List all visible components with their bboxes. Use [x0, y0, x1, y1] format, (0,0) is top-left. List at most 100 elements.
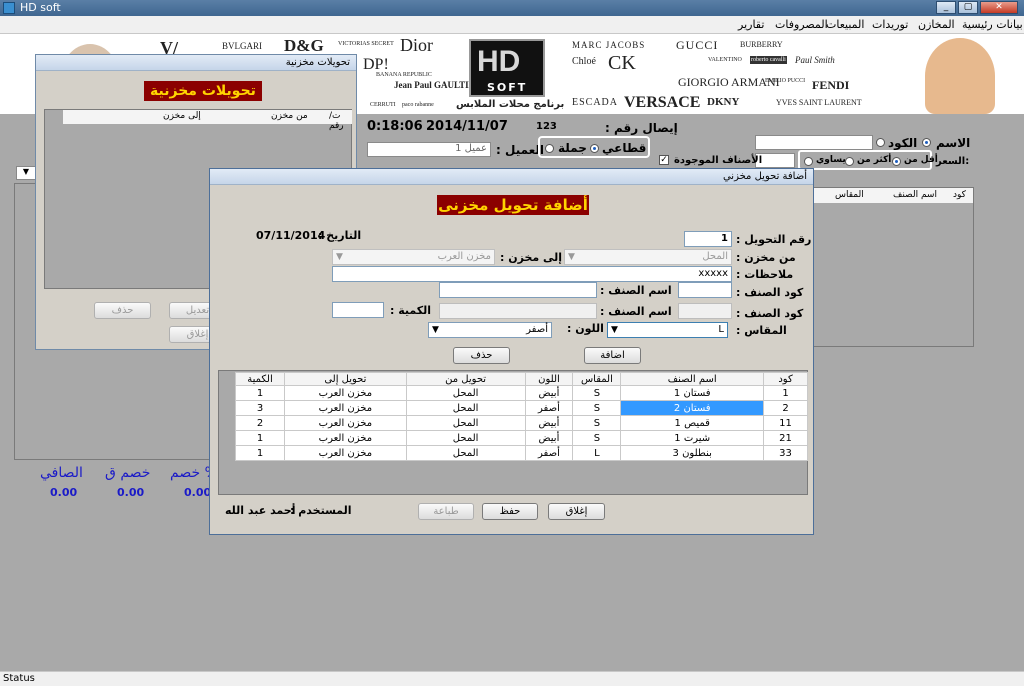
cell-name[interactable]: شيرت 1: [620, 430, 765, 446]
grid-header-row: كود اسم الصنف المقاس اللون تحويل من تحوي…: [235, 372, 808, 386]
item-code-field-2[interactable]: [678, 303, 732, 319]
hd-soft-logo: HD SOFT: [469, 39, 545, 97]
transfers-col-from: من مخزن: [271, 111, 308, 121]
save-button[interactable]: حفظ: [482, 503, 538, 520]
cell-qty[interactable]: 1: [235, 445, 285, 461]
table-row[interactable]: 1 فستان 1 S أبيض المحل مخزن العرب 1: [235, 385, 808, 401]
cell-qty[interactable]: 1: [235, 430, 285, 446]
main-dropdown[interactable]: ▼: [16, 166, 36, 180]
cell-size[interactable]: L: [572, 445, 622, 461]
cell-color[interactable]: أبيض: [524, 385, 574, 401]
add-item-button[interactable]: اضافة: [584, 347, 641, 364]
cell-from[interactable]: المحل: [405, 400, 526, 416]
cell-size[interactable]: S: [572, 385, 622, 401]
cell-qty[interactable]: 3: [235, 400, 285, 416]
cell-size[interactable]: S: [572, 415, 622, 431]
minimize-button[interactable]: _: [936, 1, 956, 14]
menu-main-data[interactable]: بيانات رئيسية: [962, 18, 1023, 31]
cell-qty[interactable]: 2: [235, 415, 285, 431]
brand-burberry: BURBERRY: [740, 40, 783, 49]
brand-dg: D&G: [284, 36, 324, 55]
cell-qty[interactable]: 1: [235, 385, 285, 401]
cell-to[interactable]: مخزن العرب: [284, 430, 407, 446]
customer-field[interactable]: عميل 1: [367, 142, 491, 157]
table-row[interactable]: 11 قميص 1 S أبيض المحل مخزن العرب 2: [235, 415, 808, 431]
size-select[interactable]: L ▼: [607, 322, 728, 338]
brand-fendi: FENDI: [812, 78, 850, 92]
items-grid[interactable]: كود اسم الصنف المقاس: [812, 187, 974, 347]
cell-color[interactable]: أصفر: [524, 445, 574, 461]
close-button[interactable]: ✕: [980, 1, 1018, 14]
cell-name[interactable]: فستان 1: [620, 385, 765, 401]
cell-color[interactable]: أبيض: [524, 430, 574, 446]
cell-from[interactable]: المحل: [405, 430, 526, 446]
cell-code[interactable]: 21: [763, 430, 808, 446]
menu-expenses[interactable]: المصروفات: [775, 18, 828, 31]
cell-to[interactable]: مخزن العرب: [284, 445, 407, 461]
notes-label: ملاحظات :: [736, 268, 794, 281]
transfer-no-label: رقم التحويل :: [736, 233, 812, 246]
cell-code[interactable]: 2: [763, 400, 808, 416]
brand-paco: paco rabanne: [402, 102, 434, 108]
status-text: Status: [3, 673, 35, 684]
equal-radio[interactable]: [804, 157, 813, 166]
wholesale-radio[interactable]: [545, 144, 554, 153]
maximize-button[interactable]: ▢: [958, 1, 978, 14]
cell-to[interactable]: مخزن العرب: [284, 415, 407, 431]
cell-size[interactable]: S: [572, 400, 622, 416]
transfers-window-title: تحويلات مخزنية: [36, 55, 356, 71]
quantity-field[interactable]: [332, 302, 384, 318]
delete-item-button[interactable]: حذف: [453, 347, 510, 364]
cell-name[interactable]: قميص 1: [620, 415, 765, 431]
cell-color[interactable]: أبيض: [524, 415, 574, 431]
cell-to[interactable]: مخزن العرب: [284, 400, 407, 416]
user-name: أحمد عبد الله: [225, 504, 296, 517]
price-filter-group: أقل من أكثر من يساوي: [798, 150, 938, 170]
more-than-radio[interactable]: [845, 157, 854, 166]
cell-color[interactable]: أصفر: [524, 400, 574, 416]
item-name-field-2[interactable]: [439, 303, 597, 319]
cell-from[interactable]: المحل: [405, 445, 526, 461]
table-row[interactable]: 21 شيرت 1 S أبيض المحل مخزن العرب 1: [235, 430, 808, 446]
cell-code[interactable]: 1: [763, 385, 808, 401]
less-than-radio[interactable]: [892, 157, 901, 166]
transfers-delete-button[interactable]: حذف: [94, 302, 151, 319]
cell-name[interactable]: بنطلون 3: [620, 445, 765, 461]
cell-code[interactable]: 11: [763, 415, 808, 431]
notes-field[interactable]: xxxxx: [332, 266, 732, 282]
cell-from[interactable]: المحل: [405, 415, 526, 431]
retail-radio[interactable]: [590, 144, 599, 153]
items-grid-header: كود اسم الصنف المقاس: [813, 188, 973, 203]
transfer-items-table[interactable]: كود اسم الصنف المقاس اللون تحويل من تحوي…: [235, 372, 808, 461]
menu-supplies[interactable]: توريدات: [872, 18, 908, 31]
brand-dior: Dior: [400, 35, 433, 55]
brand-cavalli: roberto cavalli: [750, 56, 787, 64]
cell-name[interactable]: فستان 2: [620, 400, 765, 416]
to-store-select[interactable]: مخزن العرب ▼: [332, 249, 495, 265]
item-code-field[interactable]: [678, 282, 732, 298]
cell-from[interactable]: المحل: [405, 385, 526, 401]
table-row[interactable]: 33 بنطلون 3 L أصفر المحل مخزن العرب 1: [235, 445, 808, 461]
print-button[interactable]: طباعة: [418, 503, 474, 520]
cell-size[interactable]: S: [572, 430, 622, 446]
menu-sales[interactable]: المبيعات: [826, 18, 864, 31]
chevron-down-icon: ▼: [568, 252, 575, 262]
menu-bar: بيانات رئيسية المخازن توريدات المبيعات ا…: [0, 16, 1024, 34]
from-store-select[interactable]: المحل ▼: [564, 249, 732, 265]
cell-code[interactable]: 33: [763, 445, 808, 461]
name-radio[interactable]: [922, 138, 931, 147]
discount-value-label: خصم ق: [105, 465, 151, 481]
transfer-no-field[interactable]: 1: [684, 231, 732, 247]
available-items-checkbox[interactable]: ✓: [659, 155, 669, 165]
code-radio[interactable]: [876, 138, 885, 147]
menu-stores[interactable]: المخازن: [918, 18, 955, 31]
table-row[interactable]: 2 فستان 2 S أصفر المحل مخزن العرب 3: [235, 400, 808, 416]
dialog-close-button[interactable]: إغلاق: [548, 503, 605, 520]
item-name-field[interactable]: [439, 282, 597, 298]
col-code: كود: [763, 372, 808, 386]
color-select[interactable]: أصفر ▼: [428, 322, 552, 338]
cell-to[interactable]: مخزن العرب: [284, 385, 407, 401]
logo-subtext: SOFT: [487, 81, 528, 94]
menu-reports[interactable]: تقارير: [738, 18, 764, 31]
search-field[interactable]: [755, 135, 873, 150]
